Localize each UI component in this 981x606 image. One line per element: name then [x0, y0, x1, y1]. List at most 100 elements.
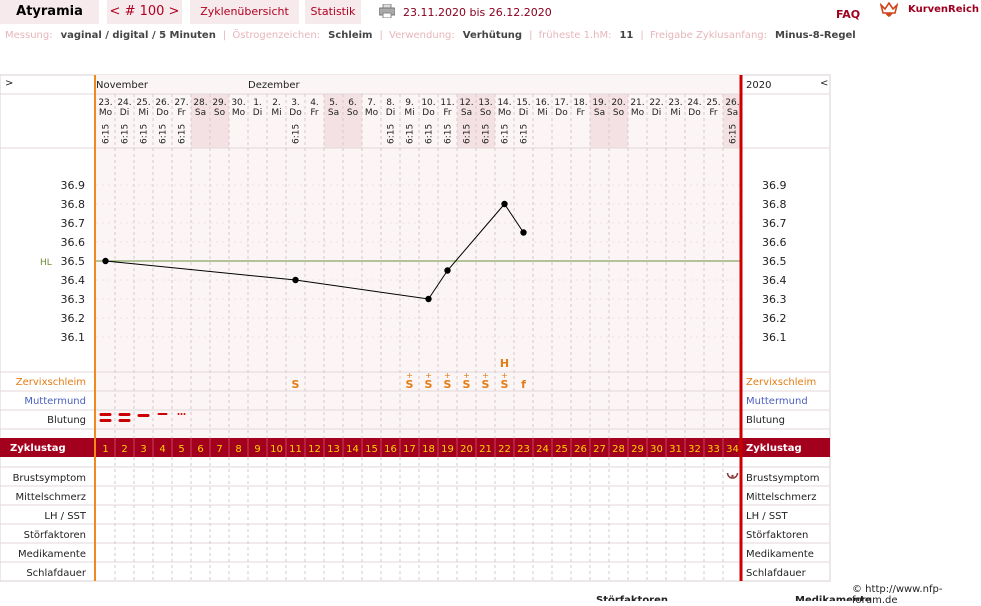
weekday-label: Di [253, 108, 262, 118]
mucus-mark: S [292, 378, 300, 391]
day-number: 21. [630, 98, 644, 108]
row-label-right: Medikamente [746, 549, 814, 560]
day-number: 25. [136, 98, 150, 108]
weekday-label: So [480, 108, 492, 118]
cycle-day-number: 30 [650, 444, 663, 455]
cycle-day-number: 22 [498, 444, 511, 455]
cycle-day-number: 12 [308, 444, 321, 455]
day-number: 3. [291, 98, 300, 108]
weekday-label: So [347, 108, 359, 118]
temperature-point [102, 257, 109, 265]
cycle-day-number: 13 [327, 444, 340, 455]
cycle-day-number: 4 [159, 444, 165, 455]
bleeding-mark [137, 414, 150, 417]
mucus-plus: + [406, 371, 413, 380]
y-tick-right: 36.9 [762, 179, 787, 192]
day-number: 27. [174, 98, 188, 108]
row-label-left: Muttermund [24, 396, 86, 407]
day-number: 23. [98, 98, 112, 108]
row-label-right: Zervixschleim [746, 377, 816, 388]
day-number: 12. [459, 98, 473, 108]
row-label-left: Störfaktoren [24, 530, 86, 541]
weekday-label: Do [422, 108, 435, 118]
day-number: 4. [310, 98, 319, 108]
cycle-day-number: 25 [555, 444, 568, 455]
day-number: 26. [725, 98, 739, 108]
y-tick-left: 36.2 [61, 312, 86, 325]
row-label-left: Blutung [47, 415, 86, 426]
bleeding-mark [118, 413, 131, 416]
y-tick-left: 36.1 [61, 331, 86, 344]
weekday-label: Mi [404, 108, 414, 118]
y-tick-right: 36.1 [762, 331, 787, 344]
weekday-label: Sa [461, 108, 472, 118]
cycle-day-number: 26 [574, 444, 587, 455]
row-label-right: LH / SST [746, 511, 789, 522]
cycle-day-number: 8 [235, 444, 241, 455]
cycle-day-number: 2 [121, 444, 127, 455]
day-number: 1. [253, 98, 262, 108]
weekday-label: Di [519, 108, 528, 118]
y-tick-right: 36.4 [762, 274, 787, 287]
cycle-day-number: 19 [441, 444, 454, 455]
weekday-label: Sa [727, 108, 738, 118]
measure-time: 6:15 [406, 124, 416, 144]
cycle-day-number: 29 [631, 444, 644, 455]
weekday-label: Do [156, 108, 169, 118]
y-tick-left: 36.9 [61, 179, 86, 192]
bleeding-mark [99, 419, 112, 422]
year-label: 2020 [746, 80, 771, 91]
weekday-label: Fr [576, 108, 585, 118]
month-label: Dezember [248, 80, 300, 91]
day-number: 26. [155, 98, 169, 108]
measure-time: 6:15 [425, 124, 435, 144]
cycle-day-label: Zyklustag [10, 443, 66, 454]
row-label-right: Störfaktoren [746, 530, 808, 541]
day-number: 15. [516, 98, 530, 108]
nav-next-button: < [820, 78, 828, 89]
y-tick-left: 36.6 [61, 236, 86, 249]
measure-time: 6:15 [444, 124, 454, 144]
cycle-day-number: 9 [254, 444, 260, 455]
temperature-point [520, 229, 527, 236]
weekday-label: Fr [177, 108, 186, 118]
cycle-day-number: 6 [197, 444, 203, 455]
measure-time: 6:15 [729, 124, 739, 144]
row-label-left: Medikamente [18, 549, 86, 560]
weekday-label: Mi [271, 108, 281, 118]
cycle-day-number: 1 [102, 444, 108, 455]
cycle-day-number: 33 [707, 444, 720, 455]
temperature-point [292, 276, 299, 284]
y-tick-left: 36.8 [61, 198, 86, 211]
y-tick-right: 36.8 [762, 198, 787, 211]
cycle-day-number: 16 [384, 444, 397, 455]
measure-time: 6:15 [178, 124, 188, 144]
cycle-day-number: 34 [726, 444, 739, 455]
cycle-day-number: 23 [517, 444, 530, 455]
weekday-label: Di [386, 108, 395, 118]
measure-time: 6:15 [520, 124, 530, 144]
weekday-label: Mo [365, 108, 379, 118]
mucus-plus: + [482, 371, 489, 380]
bleeding-spot [180, 413, 183, 415]
day-number: 11. [440, 98, 454, 108]
footer-fragment-stoerfaktoren: Störfaktoren [596, 595, 669, 601]
day-number: 14. [497, 98, 511, 108]
day-number: 28. [193, 98, 207, 108]
day-number: 2. [272, 98, 281, 108]
y-tick-left: 36.5 [61, 255, 86, 268]
weekday-label: So [214, 108, 226, 118]
cycle-chart: 36.9 36.936.8 36.836.7 36.736.6 36.636.5 36.5… [0, 74, 831, 582]
day-number: 30. [231, 98, 245, 108]
day-number: 5. [329, 98, 338, 108]
day-number: 20. [611, 98, 625, 108]
temperature-point [425, 295, 432, 303]
cycle-day-number: 21 [479, 444, 492, 455]
cycle-day-number: 17 [403, 444, 416, 455]
weekday-label: Do [555, 108, 568, 118]
weekday-label: Do [688, 108, 701, 118]
bleeding-spot [183, 413, 186, 415]
day-number: 9. [405, 98, 414, 108]
row-label-right: Mittelschmerz [746, 492, 816, 503]
cycle-day-number: 11 [289, 444, 302, 455]
